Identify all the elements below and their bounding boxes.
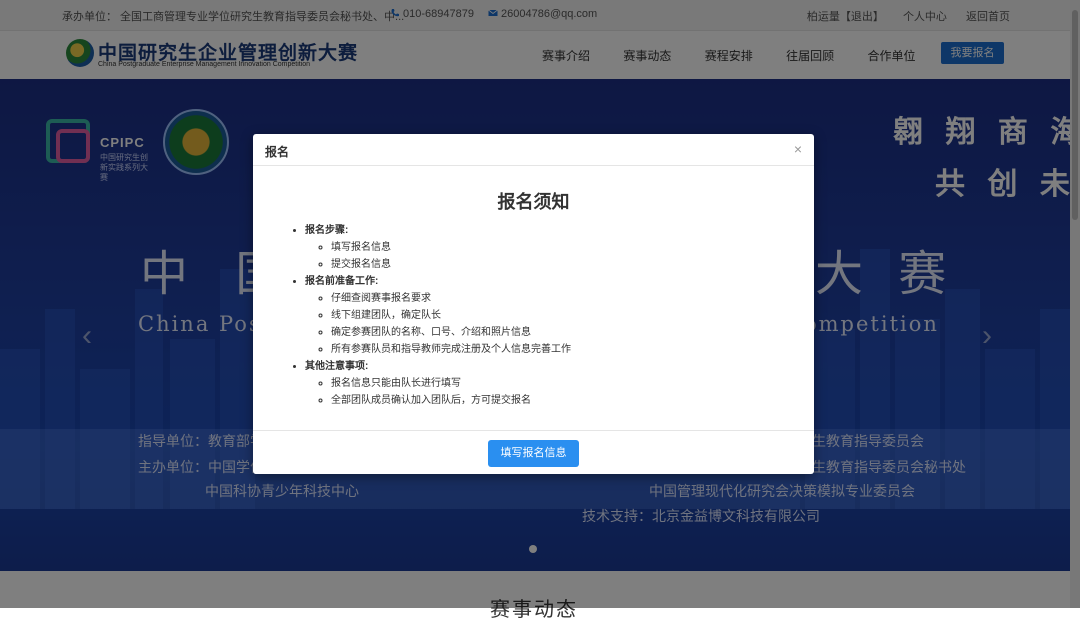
notice-item: 报名信息只能由队长进行填写 xyxy=(331,375,571,392)
notice-item: 确定参赛团队的名称、口号、介绍和照片信息 xyxy=(331,324,571,341)
notice-section-label: 报名步骤: xyxy=(305,225,349,236)
registration-modal: 报名 × 报名须知 报名步骤: 填写报名信息 提交报名信息 报名前准备工作: 仔… xyxy=(253,134,814,474)
notice-item: 提交报名信息 xyxy=(331,256,571,273)
notice-item: 填写报名信息 xyxy=(331,239,571,256)
notice-item: 仔细查阅赛事报名要求 xyxy=(331,290,571,307)
modal-footer: 填写报名信息 xyxy=(253,430,814,475)
fill-registration-button[interactable]: 填写报名信息 xyxy=(488,440,579,467)
close-icon[interactable]: × xyxy=(794,141,802,157)
notice-section-label: 其他注意事项: xyxy=(305,361,369,372)
notice-heading: 报名须知 xyxy=(497,192,570,212)
notice-section-label: 报名前准备工作: xyxy=(305,276,379,287)
notice-item: 线下组建团队，确定队长 xyxy=(331,307,571,324)
notice-section: 其他注意事项: 报名信息只能由队长进行填写 全部团队成员确认加入团队后，方可提交… xyxy=(305,358,571,409)
notice-section: 报名前准备工作: 仔细查阅赛事报名要求 线下组建团队，确定队长 确定参赛团队的名… xyxy=(305,273,571,358)
notice-item: 全部团队成员确认加入团队后，方可提交报名 xyxy=(331,392,571,409)
modal-title: 报名 xyxy=(265,145,290,159)
notice-list: 报名步骤: 填写报名信息 提交报名信息 报名前准备工作: 仔细查阅赛事报名要求 … xyxy=(293,222,571,409)
modal-header: 报名 × xyxy=(253,134,814,166)
notice-section: 报名步骤: 填写报名信息 提交报名信息 xyxy=(305,222,571,273)
notice-item: 所有参赛队员和指导教师完成注册及个人信息完善工作 xyxy=(331,341,571,358)
